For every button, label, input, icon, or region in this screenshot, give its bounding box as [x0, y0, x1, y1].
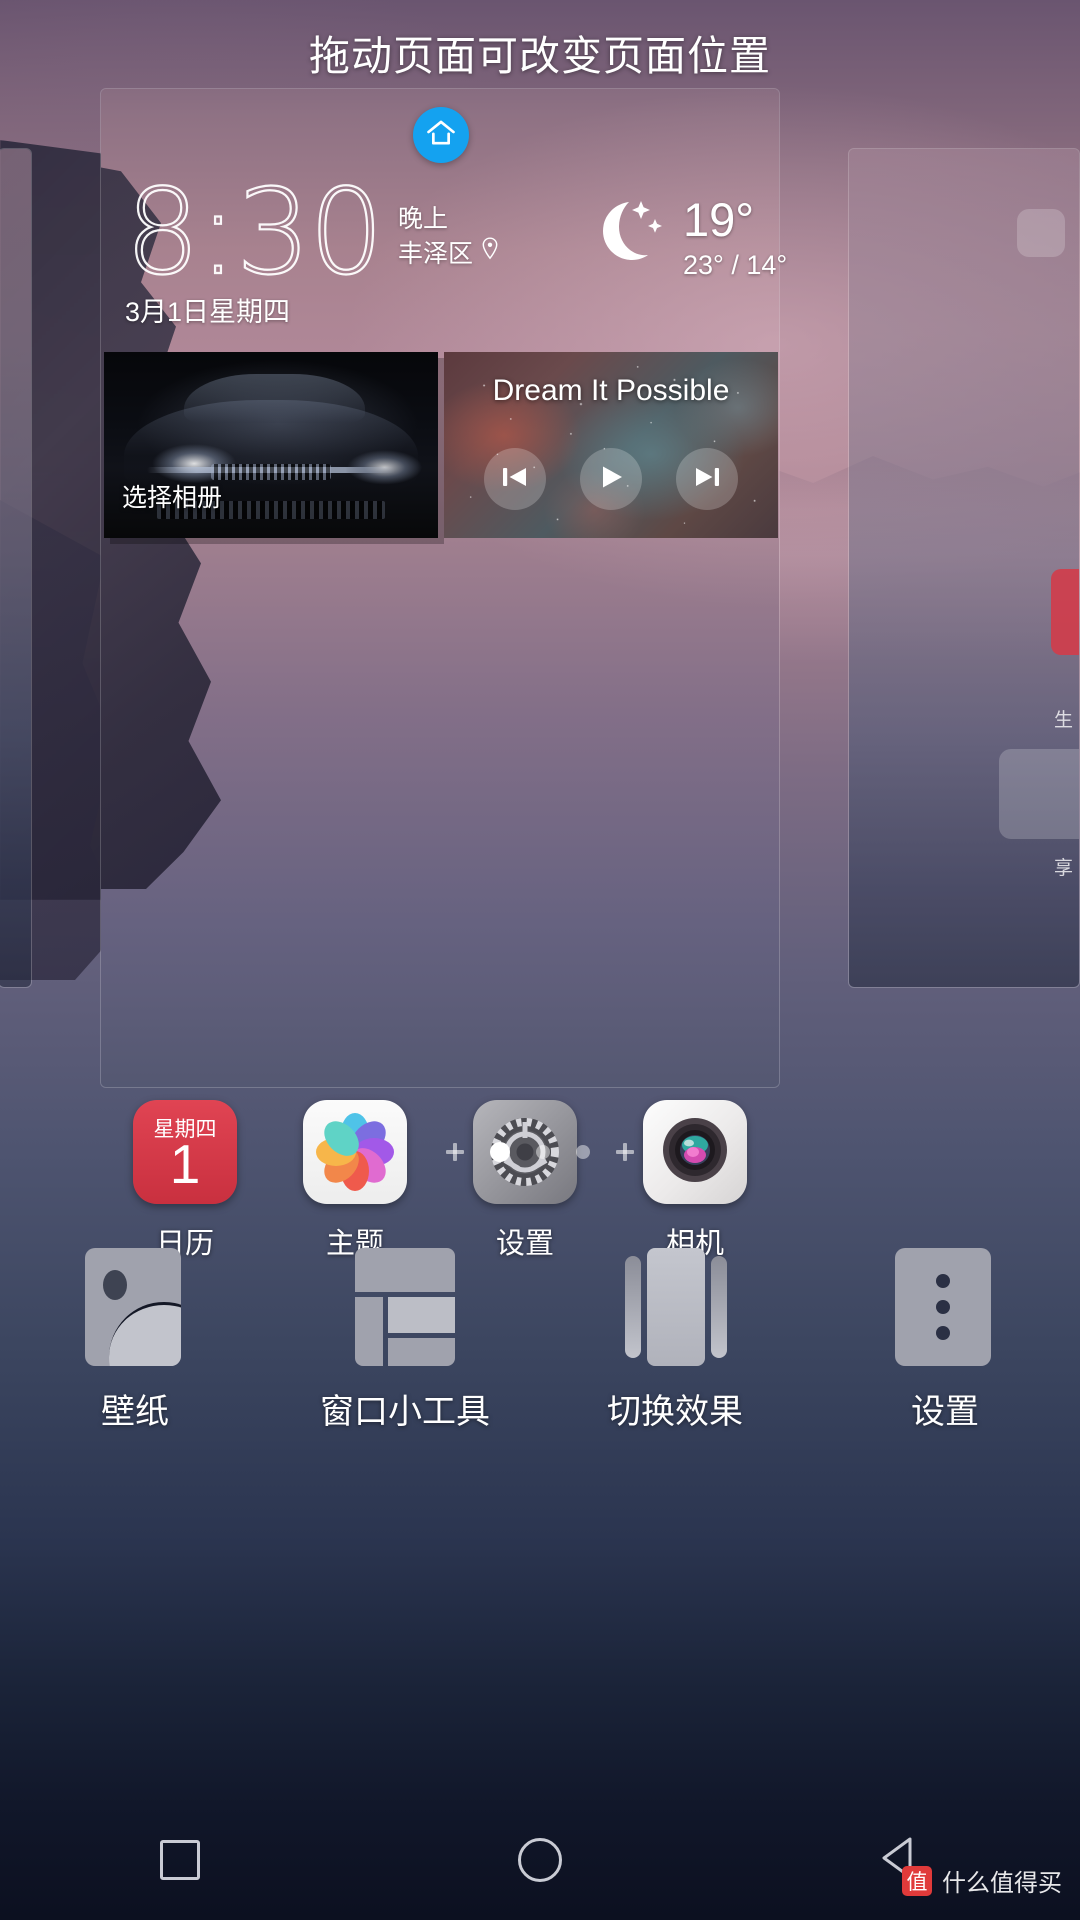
dock-app-themes[interactable]: 主题	[280, 1100, 430, 1262]
music-track-title: Dream It Possible	[492, 374, 730, 407]
widgets-icon-block-bottom	[388, 1338, 455, 1366]
editor-toolbar: 壁纸 窗口小工具 切换效果 设置	[0, 1248, 1080, 1433]
nav-recents-button[interactable]	[120, 1800, 240, 1920]
toolbar-label-settings: 设置	[911, 1393, 979, 1431]
more-settings-icon	[895, 1248, 995, 1366]
widgets-icon-block-left	[355, 1297, 383, 1366]
home-icon	[424, 116, 458, 155]
play-icon	[597, 463, 625, 496]
transition-effect-icon	[625, 1248, 727, 1366]
music-widget[interactable]: Dream It Possible	[444, 352, 778, 538]
skip-previous-icon	[500, 464, 530, 495]
weather-block[interactable]: 19° 23° / 14°	[585, 195, 787, 281]
gallery-widget[interactable]: 选择相册	[104, 352, 438, 538]
circle-icon	[518, 1838, 562, 1882]
toolbar-item-settings[interactable]: 设置	[825, 1248, 1065, 1433]
dock-row: 星期四 1 日历 主题 设置 相机	[100, 1100, 780, 1262]
clock-time: 8:30	[124, 163, 385, 301]
music-previous-button[interactable]	[484, 448, 546, 510]
peek-label-1: 生	[1053, 710, 1073, 731]
dock-app-settings[interactable]: 设置	[450, 1100, 600, 1262]
settings-dot-2	[936, 1300, 950, 1314]
add-page-right-icon[interactable]	[616, 1143, 634, 1161]
widgets-icon	[355, 1248, 455, 1366]
dock-app-calendar[interactable]: 星期四 1 日历	[110, 1100, 260, 1262]
peek-widget-block	[1017, 209, 1065, 257]
toolbar-label-transition: 切换效果	[607, 1393, 743, 1431]
peek-red-widget	[1051, 569, 1079, 655]
peek-wallpaper	[0, 149, 31, 987]
car-grille	[210, 463, 332, 481]
toolbar-item-transition[interactable]: 切换效果	[555, 1248, 795, 1433]
settings-dot-1	[936, 1274, 950, 1288]
transition-panel-center	[647, 1248, 705, 1366]
add-page-left-icon[interactable]	[446, 1143, 464, 1161]
page-dot[interactable]	[536, 1145, 550, 1159]
toolbar-item-wallpaper[interactable]: 壁纸	[15, 1248, 255, 1433]
music-next-button[interactable]	[676, 448, 738, 510]
watermark-text: 什么值得买	[942, 1870, 1062, 1897]
transition-panel-right	[711, 1256, 727, 1358]
location-pin-icon	[479, 236, 501, 271]
nav-back-button[interactable]	[840, 1800, 960, 1920]
peek-wallpaper	[849, 149, 1079, 987]
skip-next-icon	[692, 464, 722, 495]
widgets-icon-block-top	[355, 1248, 455, 1292]
wallpaper-icon-sun	[103, 1270, 127, 1300]
clock-location: 丰泽区	[397, 239, 473, 268]
page-indicator	[0, 1142, 1080, 1162]
watermark: 值 什么值得买	[902, 1863, 1062, 1898]
toolbar-item-widgets[interactable]: 窗口小工具	[285, 1248, 525, 1433]
weather-temp-range: 23° / 14°	[683, 250, 788, 280]
square-icon	[160, 1840, 200, 1880]
home-screen-badge[interactable]	[413, 107, 469, 163]
toolbar-label-widgets: 窗口小工具	[320, 1393, 490, 1431]
car-windshield	[184, 374, 365, 423]
peek-app-block	[999, 749, 1079, 839]
wallpaper-icon	[85, 1248, 185, 1366]
peek-label-2: 享	[1053, 858, 1073, 879]
page-preview-previous[interactable]	[0, 148, 32, 988]
toolbar-label-wallpaper: 壁纸	[101, 1393, 169, 1431]
gallery-widget-label: 选择相册	[122, 484, 223, 512]
wallpaper-icon-hill	[109, 1302, 181, 1366]
music-play-button[interactable]	[580, 448, 642, 510]
widgets-icon-block-mid	[388, 1297, 455, 1333]
settings-dot-3	[936, 1326, 950, 1340]
page-title: 拖动页面可改变页面位置	[309, 33, 771, 79]
transition-panel-left	[625, 1256, 641, 1358]
dock-app-camera[interactable]: 相机	[620, 1100, 770, 1262]
clock-weather-widget[interactable]: 8:30 晚上 丰泽区 3月1日星期四	[124, 163, 501, 329]
page-dot-active[interactable]	[490, 1142, 510, 1162]
clock-period: 晚上	[397, 205, 448, 233]
system-navigation-bar	[0, 1800, 1080, 1920]
weather-current-temp: 19°	[683, 193, 755, 246]
crescent-moon-stars-icon	[585, 195, 667, 274]
page-dot[interactable]	[576, 1145, 590, 1159]
page-preview-next[interactable]: 生 享	[848, 148, 1080, 988]
nav-home-button[interactable]	[480, 1800, 600, 1920]
watermark-badge: 值	[902, 1865, 932, 1896]
